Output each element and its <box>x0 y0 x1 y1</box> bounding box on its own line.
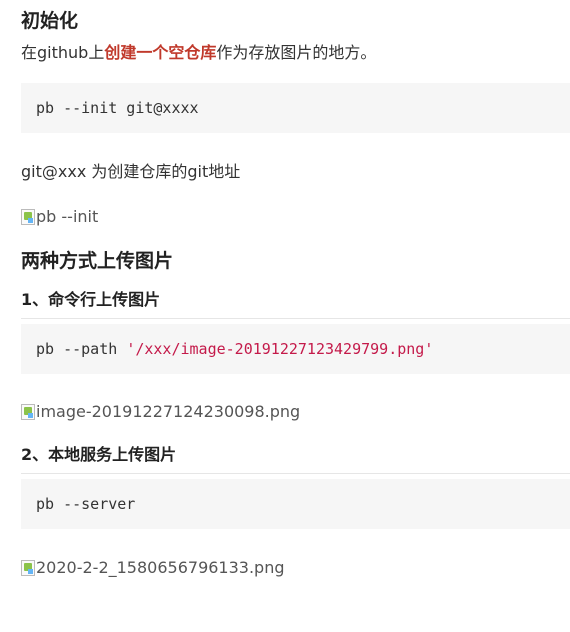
image-server-screenshot: 2020-2-2_1580656796133.png <box>21 557 285 579</box>
subsection-title-server: 2、本地服务上传图片 <box>21 445 177 464</box>
broken-image-icon <box>21 209 35 225</box>
init-desc-before: 在github上 <box>21 43 105 62</box>
subsection-divider <box>21 318 570 319</box>
init-note: git@xxx 为创建仓库的git地址 <box>21 162 241 181</box>
code-path-cmd: pb --path <box>36 340 127 358</box>
init-description: 在github上创建一个空仓库作为存放图片的地方。 <box>21 42 376 64</box>
code-server-cmd: pb --server <box>36 495 136 513</box>
image-alt-text: 2020-2-2_1580656796133.png <box>36 558 285 577</box>
code-block-init[interactable]: pb --init git@xxxx <box>21 83 570 133</box>
image-cmdline-screenshot: image-20191227124230098.png <box>21 401 300 423</box>
init-desc-after: 作为存放图片的地方。 <box>216 43 377 62</box>
code-block-path[interactable]: pb --path '/xxx/image-20191227123429799.… <box>21 324 570 374</box>
image-alt-text: image-20191227124230098.png <box>36 402 301 421</box>
image-alt-text: pb --init <box>36 207 99 226</box>
broken-image-icon <box>21 404 35 420</box>
code-path-string: '/xxx/image-20191227123429799.png' <box>126 340 434 358</box>
subsection-divider <box>21 473 570 474</box>
create-repo-emphasis: 创建一个空仓库 <box>104 43 217 62</box>
image-pb-init: pb --init <box>21 206 98 228</box>
subsection-title-cmdline: 1、命令行上传图片 <box>21 290 161 309</box>
code-block-server[interactable]: pb --server <box>21 479 570 529</box>
section-title-init: 初始化 <box>21 10 79 32</box>
broken-image-icon <box>21 560 35 576</box>
section-title-upload: 两种方式上传图片 <box>21 250 174 272</box>
code-init-cmd: pb --init git@xxxx <box>36 99 199 117</box>
